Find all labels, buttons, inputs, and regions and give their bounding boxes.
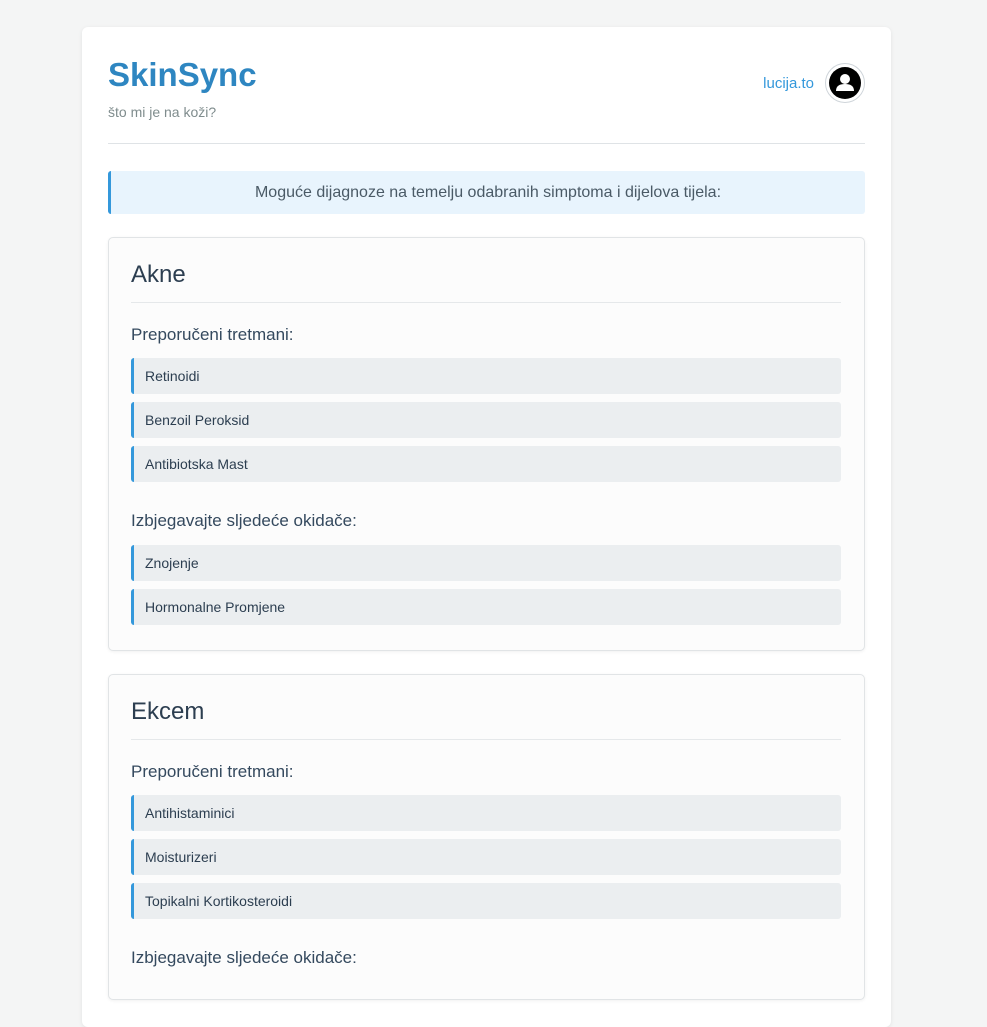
diagnosis-card-akne: Akne Preporučeni tretmani: Retinoidi Ben… (108, 237, 865, 651)
treatment-item: Moisturizeri (131, 839, 841, 875)
treatment-item: Antihistaminici (131, 795, 841, 831)
trigger-item: Znojenje (131, 545, 841, 581)
main-container: SkinSync što mi je na koži? lucija.to Mo… (82, 27, 891, 1027)
diagnosis-notice: Moguće dijagnoze na temelju odabranih si… (108, 171, 865, 214)
page-header: SkinSync što mi je na koži? lucija.to (108, 27, 865, 144)
diagnosis-card-ekcem: Ekcem Preporučeni tretmani: Antihistamin… (108, 674, 865, 1000)
app-title: SkinSync (108, 56, 257, 93)
app-subtitle: što mi je na koži? (108, 104, 217, 120)
diagnosis-title: Akne (131, 238, 841, 303)
treatments-heading: Preporučeni tretmani: (131, 325, 294, 344)
triggers-heading: Izbjegavajte sljedeće okidače: (131, 511, 357, 530)
treatment-item: Topikalni Kortikosteroidi (131, 883, 841, 919)
trigger-item: Hormonalne Promjene (131, 589, 841, 625)
triggers-heading: Izbjegavajte sljedeće okidače: (131, 948, 357, 967)
treatment-item: Antibiotska Mast (131, 446, 841, 482)
notice-text: Moguće dijagnoze na temelju odabranih si… (254, 183, 722, 201)
avatar[interactable] (825, 63, 865, 103)
treatments-heading: Preporučeni tretmani: (131, 762, 294, 781)
diagnosis-title: Ekcem (131, 675, 841, 740)
treatment-item: Benzoil Peroksid (131, 402, 841, 438)
user-menu: lucija.to (763, 63, 865, 103)
user-icon (829, 67, 861, 99)
username-link[interactable]: lucija.to (763, 75, 814, 92)
treatment-item: Retinoidi (131, 358, 841, 394)
